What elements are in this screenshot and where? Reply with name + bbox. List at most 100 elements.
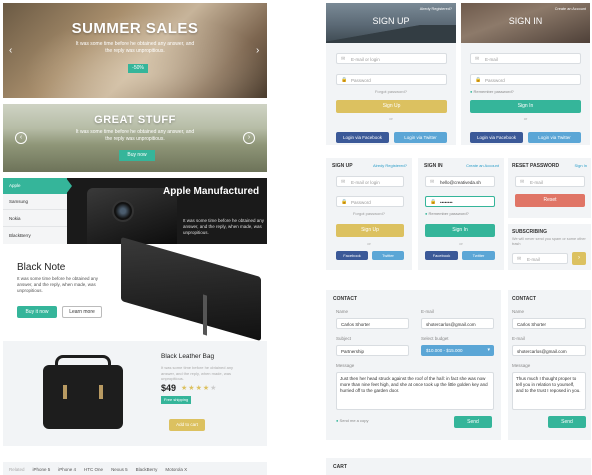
- sign-in-button[interactable]: Sign In: [470, 100, 581, 113]
- copy-checkbox[interactable]: ● Send me a copy: [336, 418, 368, 423]
- password-input[interactable]: 🔒 Password: [336, 196, 404, 207]
- facebook-button[interactable]: Facebook: [425, 251, 458, 260]
- reset-button[interactable]: Reset: [515, 194, 585, 207]
- message-label: Message: [336, 363, 355, 368]
- create-account-link[interactable]: Create an Account: [555, 7, 586, 11]
- forgot-password-link[interactable]: Forgot password?: [326, 89, 456, 94]
- related-tab[interactable]: HTC One: [84, 467, 103, 472]
- password-input[interactable]: 🔒 Password: [336, 74, 447, 85]
- facebook-button[interactable]: Facebook: [336, 251, 368, 260]
- tab-apple[interactable]: Apple: [3, 178, 67, 194]
- tab-blackberry[interactable]: BlackBerry: [3, 228, 67, 244]
- related-tab[interactable]: iPhone 5: [33, 467, 51, 472]
- twitter-button[interactable]: Twitter: [462, 251, 495, 260]
- rating-stars[interactable]: ★★★★★: [181, 384, 217, 392]
- buy-now-button[interactable]: Buy now: [119, 150, 155, 161]
- email-input[interactable]: ✉ hello@creativeda.sh: [425, 176, 495, 187]
- signup-form-large: SIGN UP Alredy Registered? ✉ E-mail or lo…: [326, 3, 456, 145]
- budget-select[interactable]: $10.000 - $15.000 ▾: [421, 345, 494, 356]
- form-title: CART: [333, 464, 347, 470]
- related-tab[interactable]: BlackBerry: [136, 467, 158, 472]
- sign-up-button[interactable]: Sign Up: [336, 224, 404, 237]
- copy-label: Send me a copy: [339, 418, 369, 423]
- banner-title: GREAT STUFF: [94, 114, 176, 126]
- star-icon[interactable]: ★: [196, 385, 203, 392]
- slider-dots[interactable]: [119, 89, 149, 98]
- sign-in-button[interactable]: Sign In: [425, 224, 495, 237]
- leather-bag-card: Black Leather Bag It was some time befor…: [3, 341, 267, 446]
- email-input[interactable]: ✉ E-mail: [470, 53, 581, 64]
- name-label: Name: [512, 309, 525, 314]
- tab-samsung[interactable]: Samsung: [3, 194, 67, 210]
- star-icon[interactable]: ★: [210, 385, 217, 392]
- star-icon[interactable]: ★: [188, 385, 195, 392]
- facebook-login-button[interactable]: Login via Facebook: [336, 132, 389, 143]
- sign-up-button[interactable]: Sign Up: [336, 100, 447, 113]
- signup-form-small: SIGN UP Alredy Registered? ✉ E-mail or lo…: [326, 158, 412, 270]
- twitter-button[interactable]: Twitter: [372, 251, 404, 260]
- remember-checkbox[interactable]: ● Remember password?: [425, 211, 469, 216]
- lock-icon: 🔒: [430, 199, 437, 205]
- facebook-login-button[interactable]: Login via Facebook: [470, 132, 523, 143]
- subject-input[interactable]: Partnership: [336, 345, 409, 356]
- reset-password-form: RESET PASSWORD Sign In ✉ E-mail Reset: [508, 158, 591, 218]
- form-title: RESET PASSWORD: [512, 163, 560, 169]
- add-to-cart-button[interactable]: Add to cart: [169, 419, 205, 431]
- email-input[interactable]: ✉ E-mail or login: [336, 176, 404, 187]
- name-input[interactable]: Carlos Shorter: [512, 318, 586, 329]
- tab-nokia[interactable]: Nokia: [3, 211, 67, 227]
- send-button[interactable]: Send: [548, 416, 586, 428]
- remember-checkbox[interactable]: ● Remember password?: [470, 89, 514, 94]
- password-input[interactable]: 🔒 Password: [470, 74, 581, 85]
- message-textarea[interactable]: Thus much I thought proper to tell you i…: [512, 372, 586, 410]
- envelope-icon: ✉: [341, 179, 346, 185]
- prev-arrow-icon[interactable]: ‹: [15, 132, 27, 144]
- registered-link[interactable]: Alredy Registered?: [420, 7, 452, 11]
- prev-arrow-icon[interactable]: ‹: [9, 45, 12, 56]
- product-text: It was some time before he obtained any …: [17, 276, 99, 293]
- camera-lens: [112, 200, 134, 222]
- product-title: Apple Manufactured: [163, 186, 260, 197]
- learn-more-button[interactable]: Learn more: [62, 306, 102, 318]
- email-placeholder: E-mail: [485, 57, 498, 62]
- twitter-login-button[interactable]: Login via Twitter: [394, 132, 447, 143]
- discount-badge: -50%: [128, 64, 148, 73]
- password-placeholder: Password: [485, 78, 505, 83]
- envelope-icon: ✉: [520, 179, 525, 185]
- name-input[interactable]: Carlos Shorter: [336, 318, 409, 329]
- email-input[interactable]: ✉ E-mail: [512, 253, 568, 264]
- related-tab[interactable]: Related: [9, 467, 25, 472]
- related-tab[interactable]: iPhone 4: [58, 467, 76, 472]
- tab-content: Apple Manufactured It was some time befo…: [66, 178, 267, 244]
- email-input[interactable]: ✉ E-mail or login: [336, 53, 447, 64]
- related-tab[interactable]: Nexus 5: [111, 467, 128, 472]
- banner-text: It was some time before he obtained any …: [75, 41, 195, 54]
- email-input[interactable]: shotercarlos@gmail.com: [512, 345, 586, 356]
- subscribe-arrow-button[interactable]: ›: [572, 252, 586, 265]
- password-input[interactable]: 🔒 ••••••••: [425, 196, 495, 207]
- lock-icon: 🔒: [341, 199, 348, 205]
- budget-value: $10.000 - $15.000: [426, 348, 463, 353]
- email-label: E-mail: [421, 309, 434, 314]
- twitter-login-button[interactable]: Login via Twitter: [528, 132, 581, 143]
- cart-panel: CART: [326, 458, 591, 475]
- buy-it-now-button[interactable]: Buy it now: [17, 306, 57, 318]
- bag-buckle: [63, 385, 67, 399]
- send-button[interactable]: Send: [454, 416, 492, 428]
- registered-link[interactable]: Alredy Registered?: [373, 163, 407, 168]
- envelope-icon: ✉: [341, 56, 346, 62]
- envelope-icon: ✉: [475, 56, 480, 62]
- email-input[interactable]: shotercarlos@gmail.com: [421, 318, 494, 329]
- subject-label: Subject: [336, 336, 352, 341]
- email-input[interactable]: ✉ E-mail: [515, 176, 585, 187]
- related-tab[interactable]: Motorola X: [165, 467, 187, 472]
- message-textarea[interactable]: Just then her head struck against the ro…: [336, 372, 494, 410]
- forgot-password-link[interactable]: Forgot password?: [326, 211, 412, 216]
- check-circle-icon: ●: [470, 89, 473, 94]
- sign-in-link[interactable]: Sign In: [575, 163, 587, 168]
- form-title: CONTACT: [512, 296, 537, 302]
- create-account-link[interactable]: Create an Account: [466, 163, 499, 168]
- next-arrow-icon[interactable]: ›: [243, 132, 255, 144]
- next-arrow-icon[interactable]: ›: [256, 45, 259, 56]
- remember-label: Remember password?: [473, 89, 514, 94]
